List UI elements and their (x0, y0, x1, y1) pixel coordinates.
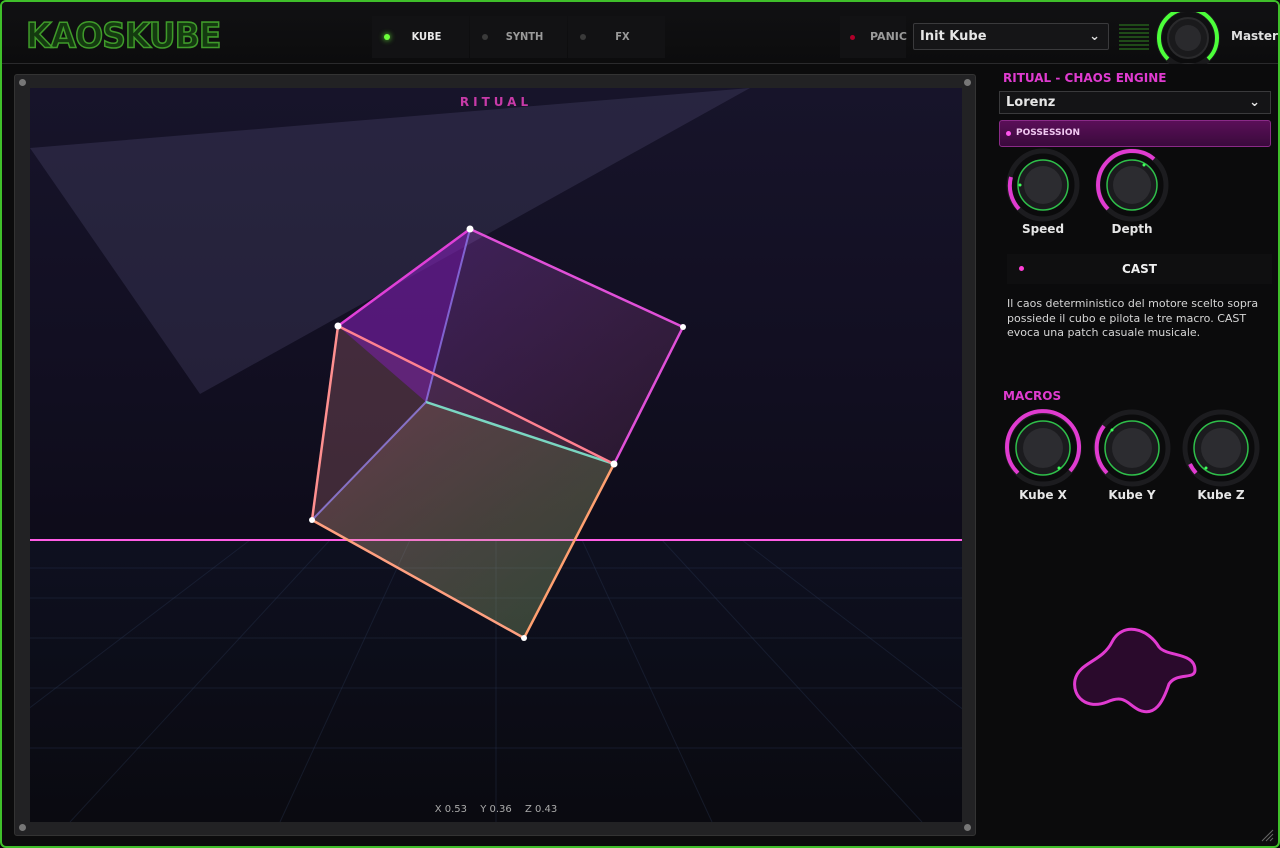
depth-knob[interactable]: Depth (1092, 148, 1172, 238)
cast-led-icon (1019, 266, 1024, 271)
speed-label: Speed (1021, 222, 1065, 236)
chaos-description: Il caos deterministico del motore scelto… (1007, 297, 1259, 339)
tab-kube[interactable]: KUBE (372, 16, 469, 58)
screw-icon (19, 824, 26, 831)
tab-label: SYNTH (505, 30, 544, 43)
panic-button[interactable]: PANIC (840, 16, 907, 58)
preset-select[interactable]: Init Kube ⌄ (913, 23, 1109, 50)
master-label: Master (1231, 29, 1278, 43)
tab-fx[interactable]: FX (568, 16, 665, 58)
tab-led-icon (384, 34, 390, 40)
coord-z: Z 0.43 (524, 804, 558, 815)
chaos-blob-icon (1073, 627, 1197, 714)
app-logo: KAOSKUBE (25, 14, 222, 57)
kube-viewport[interactable]: RITUAL X 0.53 Y 0.36 Z 0.43 (30, 88, 962, 822)
tab-bar: KUBE SYNTH FX (372, 16, 666, 58)
kube-x-label: Kube X (1019, 488, 1067, 502)
coords-readout: X 0.53 Y 0.36 Z 0.43 (30, 804, 962, 815)
depth-label: Depth (1111, 222, 1153, 236)
kube-scene (30, 88, 962, 822)
chaos-engine-select[interactable]: Lorenz ⌄ (999, 91, 1271, 114)
cast-button[interactable]: CAST (1007, 254, 1272, 284)
tab-label: FX (615, 30, 630, 43)
resize-handle-icon[interactable] (1260, 828, 1274, 842)
panic-led-icon (850, 35, 855, 40)
screw-icon (964, 79, 971, 86)
kube-z-label: Kube Z (1197, 488, 1245, 502)
kube-z-knob[interactable]: Kube Z (1181, 408, 1261, 502)
level-meter-icon (1119, 24, 1149, 54)
tab-label: KUBE (411, 30, 442, 43)
tab-led-icon (482, 34, 488, 40)
coord-x: X 0.53 (434, 804, 468, 815)
kube-x-knob[interactable]: Kube X (1003, 408, 1083, 502)
tab-led-icon (580, 34, 586, 40)
possession-toggle[interactable]: POSSESSION (999, 120, 1271, 147)
screw-icon (964, 824, 971, 831)
coord-y: Y 0.36 (480, 804, 512, 815)
possession-led-icon (1006, 131, 1011, 136)
viewport-title: RITUAL (459, 95, 533, 109)
master-knob[interactable] (1154, 12, 1224, 64)
header-bar: KAOSKUBE KUBE SYNTH FX PANIC Init Kube ⌄ (2, 2, 1278, 64)
kube-y-knob[interactable]: Kube Y (1092, 408, 1172, 502)
possession-label: POSSESSION (1016, 128, 1081, 138)
cast-label: CAST (1122, 262, 1157, 276)
tab-synth[interactable]: SYNTH (470, 16, 567, 58)
engine-value: Lorenz (1006, 95, 1056, 110)
panic-label: PANIC (870, 30, 907, 43)
ritual-section-title: RITUAL - CHAOS ENGINE (1003, 71, 1167, 85)
macros-section-title: MACROS (1003, 389, 1062, 403)
speed-knob[interactable]: Speed (1003, 148, 1083, 238)
chevron-down-icon: ⌄ (1089, 29, 1100, 44)
chevron-down-icon: ⌄ (1249, 95, 1260, 110)
kube-y-label: Kube Y (1108, 488, 1156, 502)
plugin-window: KAOSKUBE KUBE SYNTH FX PANIC Init Kube ⌄ (0, 0, 1280, 848)
preset-value: Init Kube (920, 29, 987, 44)
screw-icon (19, 79, 26, 86)
